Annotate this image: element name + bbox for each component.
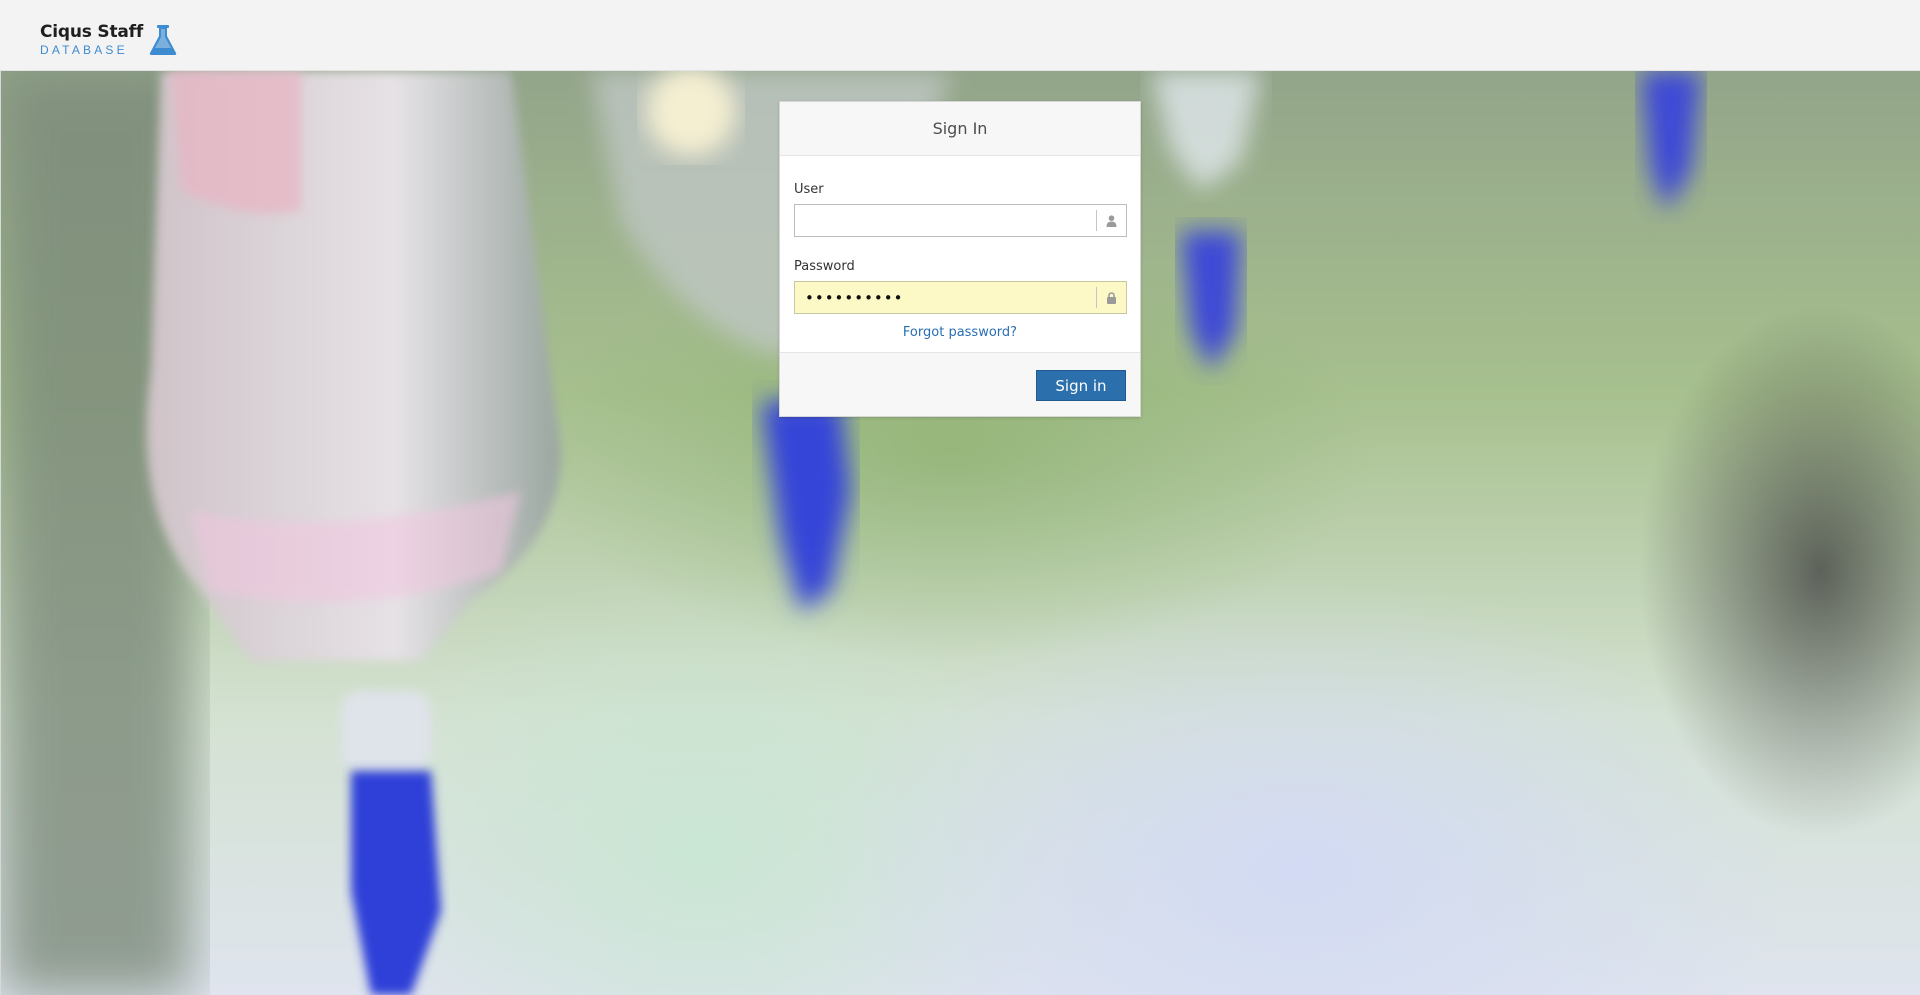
password-label: Password (794, 259, 855, 274)
password-field-group (794, 281, 1127, 314)
logo-title: Ciqus Staff (40, 22, 144, 42)
logo-subtitle: DATABASE (40, 43, 128, 57)
password-input[interactable] (795, 282, 1095, 313)
panel-header: Sign In (780, 102, 1140, 156)
logo-link[interactable]: Ciqus Staff DATABASE (40, 24, 177, 56)
user-icon (1096, 210, 1126, 231)
user-label: User (794, 182, 824, 197)
user-field-group (794, 204, 1127, 237)
panel-body: User Password Forgot password? (780, 156, 1140, 352)
panel-footer: Sign in (780, 352, 1140, 416)
lock-icon (1096, 287, 1126, 308)
user-input[interactable] (795, 205, 1095, 236)
logo-text: Ciqus Staff DATABASE (40, 22, 144, 57)
sign-in-button[interactable]: Sign in (1036, 370, 1126, 401)
forgot-password-link[interactable]: Forgot password? (794, 325, 1126, 340)
top-bar: Ciqus Staff DATABASE (0, 0, 1920, 71)
sign-in-panel: Sign In User Password Forgot password? S… (779, 101, 1141, 417)
flask-icon (149, 25, 177, 55)
panel-title: Sign In (932, 119, 988, 138)
